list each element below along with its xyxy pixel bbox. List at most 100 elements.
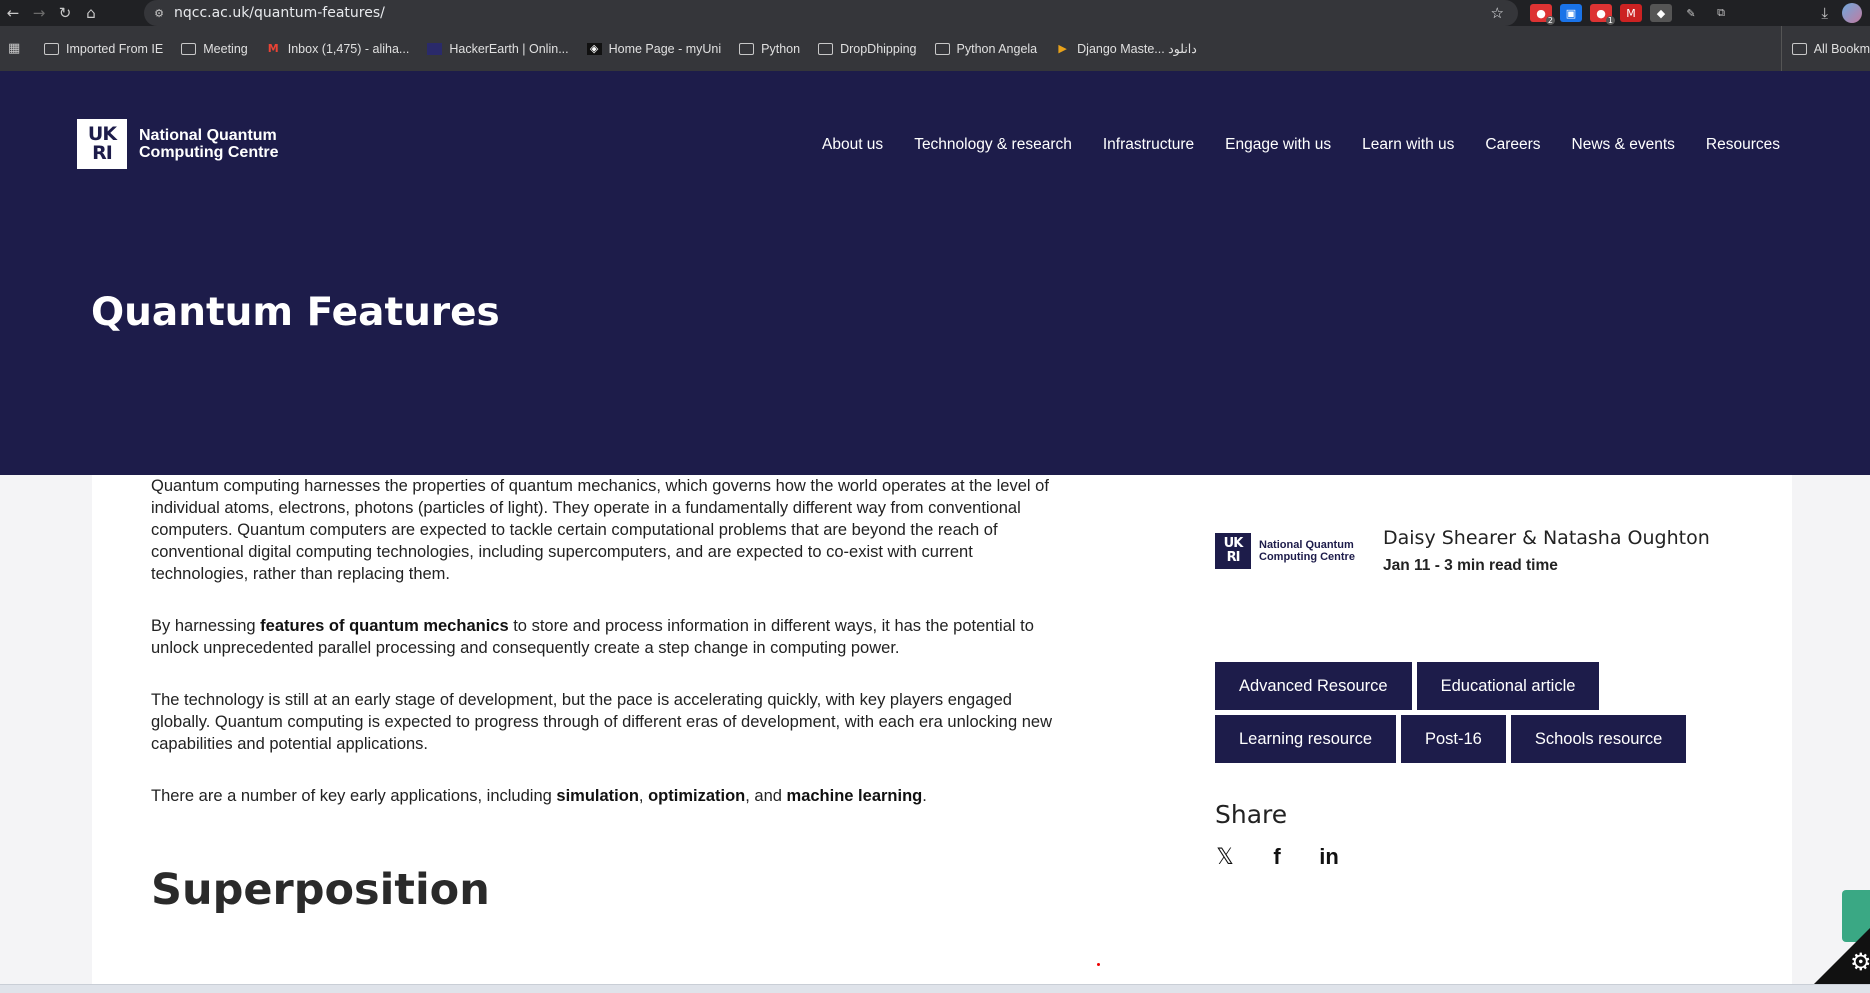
hackerearth-icon xyxy=(427,42,443,55)
facebook-icon[interactable]: f xyxy=(1267,844,1287,870)
extension-icon[interactable]: ◆ xyxy=(1650,4,1672,22)
bookmark-label: HackerEarth | Onlin... xyxy=(449,41,569,56)
pen-icon[interactable]: ✎ xyxy=(1680,4,1702,22)
taskbar xyxy=(0,984,1870,993)
nav-resources[interactable]: Resources xyxy=(1706,136,1780,154)
forward-icon[interactable]: → xyxy=(26,0,52,26)
all-bookmarks-label: All Bookm xyxy=(1813,41,1870,56)
ukri-logo: UK RI xyxy=(1215,533,1251,569)
bookmark-item[interactable]: Meeting xyxy=(181,41,248,56)
logo-line-2: Computing Centre xyxy=(1259,551,1355,563)
bookmark-item[interactable]: DropDhipping xyxy=(818,41,917,56)
article-paragraph: The technology is still at an early stag… xyxy=(151,691,1052,753)
section-heading: Superposition xyxy=(151,865,490,915)
extensions: ● 2 ▣ ● 1 M ◆ ✎ ⧉ xyxy=(1530,0,1732,26)
text-run: By harnessing xyxy=(151,617,261,635)
extension-icon[interactable]: M xyxy=(1620,4,1642,22)
puzzle-icon[interactable]: ⧉ xyxy=(1710,4,1732,22)
extension-badge: 2 xyxy=(1545,16,1555,25)
django-icon: ▶ xyxy=(1058,42,1067,55)
bookmark-label: Home Page - myUni xyxy=(608,41,722,56)
browser-toolbar: ← → ↻ ⌂ ⚙ nqcc.ac.uk/quantum-features/ ☆… xyxy=(0,0,1870,26)
folder-icon xyxy=(818,42,834,55)
site-info-icon[interactable]: ⚙ xyxy=(144,7,174,20)
bold-text: features of quantum mechanics xyxy=(260,617,509,635)
nav-learn-with-us[interactable]: Learn with us xyxy=(1362,136,1454,154)
nav-careers[interactable]: Careers xyxy=(1485,136,1540,154)
main-nav: About us Technology & research Infrastru… xyxy=(822,136,1780,154)
bookmark-item[interactable]: Imported From IE xyxy=(44,42,163,56)
all-bookmarks[interactable]: All Bookm xyxy=(1780,26,1870,71)
nav-technology-research[interactable]: Technology & research xyxy=(914,136,1072,154)
ukri-logo: UK RI xyxy=(77,119,127,169)
author-logo: UK RI National Quantum Computing Centre xyxy=(1215,533,1359,569)
site-logo[interactable]: UK RI National Quantum Computing Centre xyxy=(77,119,289,169)
author-box: UK RI National Quantum Computing Centre D… xyxy=(1215,527,1710,575)
bookmark-item[interactable]: ▶ Django Maste... دانلود xyxy=(1055,41,1197,56)
article-paragraph: By harnessing features of quantum mechan… xyxy=(151,615,1061,659)
gmail-icon: M xyxy=(267,42,279,55)
bookmark-item[interactable]: HackerEarth | Onlin... xyxy=(427,41,569,56)
myuni-icon: ◈ xyxy=(586,42,602,55)
bookmark-item[interactable]: Python Angela xyxy=(934,41,1038,56)
share-title: Share xyxy=(1215,800,1288,829)
bold-text: machine learning xyxy=(786,787,923,805)
page-title: Quantum Features xyxy=(91,290,500,335)
x-icon[interactable]: 𝕏 xyxy=(1215,845,1235,870)
logo-text: National Quantum Computing Centre xyxy=(139,127,289,161)
bookmark-label: DropDhipping xyxy=(840,41,917,56)
address-bar[interactable]: ⚙ nqcc.ac.uk/quantum-features/ ☆ xyxy=(144,0,1518,26)
tag-post-16[interactable]: Post-16 xyxy=(1401,715,1506,763)
url-text[interactable]: nqcc.ac.uk/quantum-features/ xyxy=(174,5,385,21)
nav-infrastructure[interactable]: Infrastructure xyxy=(1103,136,1194,154)
bookmark-label: Python xyxy=(761,41,801,56)
author-name: Daisy Shearer & Natasha Oughton xyxy=(1383,527,1710,549)
gear-icon[interactable]: ⚙ xyxy=(1850,948,1870,976)
bookmark-star-icon[interactable]: ☆ xyxy=(1491,4,1504,22)
bookmark-label: Django Maste... دانلود xyxy=(1077,42,1197,56)
nav-news-events[interactable]: News & events xyxy=(1572,136,1675,154)
bookmarks-bar: ▦ Imported From IE Meeting M Inbox (1,475… xyxy=(0,26,1870,71)
extension-icon[interactable]: ● 2 xyxy=(1530,4,1555,25)
bookmark-item[interactable]: Python xyxy=(739,42,800,56)
article-body: Quantum computing harnesses the properti… xyxy=(151,475,1061,837)
logo-line-1: National Quantum xyxy=(1259,539,1354,551)
reload-icon[interactable]: ↻ xyxy=(52,0,78,26)
linkedin-icon[interactable]: in xyxy=(1319,844,1339,870)
nav-engage-with-us[interactable]: Engage with us xyxy=(1225,136,1331,154)
extension-icon[interactable]: ▣ xyxy=(1560,4,1582,22)
share-icons: 𝕏 f in xyxy=(1215,844,1339,870)
bookmark-item[interactable]: M Inbox (1,475) - aliha... xyxy=(266,42,410,56)
apps-grid-icon[interactable]: ▦ xyxy=(8,41,30,56)
tag-educational-article[interactable]: Educational article xyxy=(1416,662,1600,710)
extension-badge: 1 xyxy=(1605,16,1615,25)
profile-avatar[interactable] xyxy=(1842,3,1862,23)
article-paragraph: There are a number of key early applicat… xyxy=(151,785,1061,807)
folder-icon xyxy=(44,42,59,55)
folder-icon xyxy=(739,42,755,55)
text-run: , and xyxy=(745,787,787,805)
bookmark-label: Meeting xyxy=(203,41,248,56)
site-header: UK RI National Quantum Computing Centre A… xyxy=(0,71,1870,475)
home-icon[interactable]: ⌂ xyxy=(78,0,104,26)
nav-about-us[interactable]: About us xyxy=(822,136,883,154)
tag-advanced-resource[interactable]: Advanced Resource xyxy=(1215,662,1412,710)
logo-text: National Quantum Computing Centre xyxy=(1259,539,1359,563)
folder-icon xyxy=(934,42,950,55)
logo-line-1: National Quantum xyxy=(139,127,277,144)
tag-schools-resource[interactable]: Schools resource xyxy=(1510,715,1687,763)
bookmark-item[interactable]: ◈ Home Page - myUni xyxy=(586,41,722,56)
back-icon[interactable]: ← xyxy=(0,0,26,26)
folder-icon xyxy=(181,42,197,55)
download-icon[interactable]: ⤓ xyxy=(1821,4,1828,22)
bold-text: simulation xyxy=(556,787,639,805)
text-run: , xyxy=(638,787,649,805)
bookmark-label: Inbox (1,475) - aliha... xyxy=(287,41,410,56)
article-paragraph: Quantum computing harnesses the properti… xyxy=(151,477,1049,583)
tag-learning-resource[interactable]: Learning resource xyxy=(1215,715,1396,763)
bookmark-label: Python Angela xyxy=(956,41,1038,56)
tag-list: Advanced Resource Educational article Le… xyxy=(1215,662,1735,763)
extension-icon[interactable]: ● 1 xyxy=(1590,4,1615,25)
bold-text: optimization xyxy=(648,787,746,805)
article-meta: Jan 11 - 3 min read time xyxy=(1383,557,1558,574)
